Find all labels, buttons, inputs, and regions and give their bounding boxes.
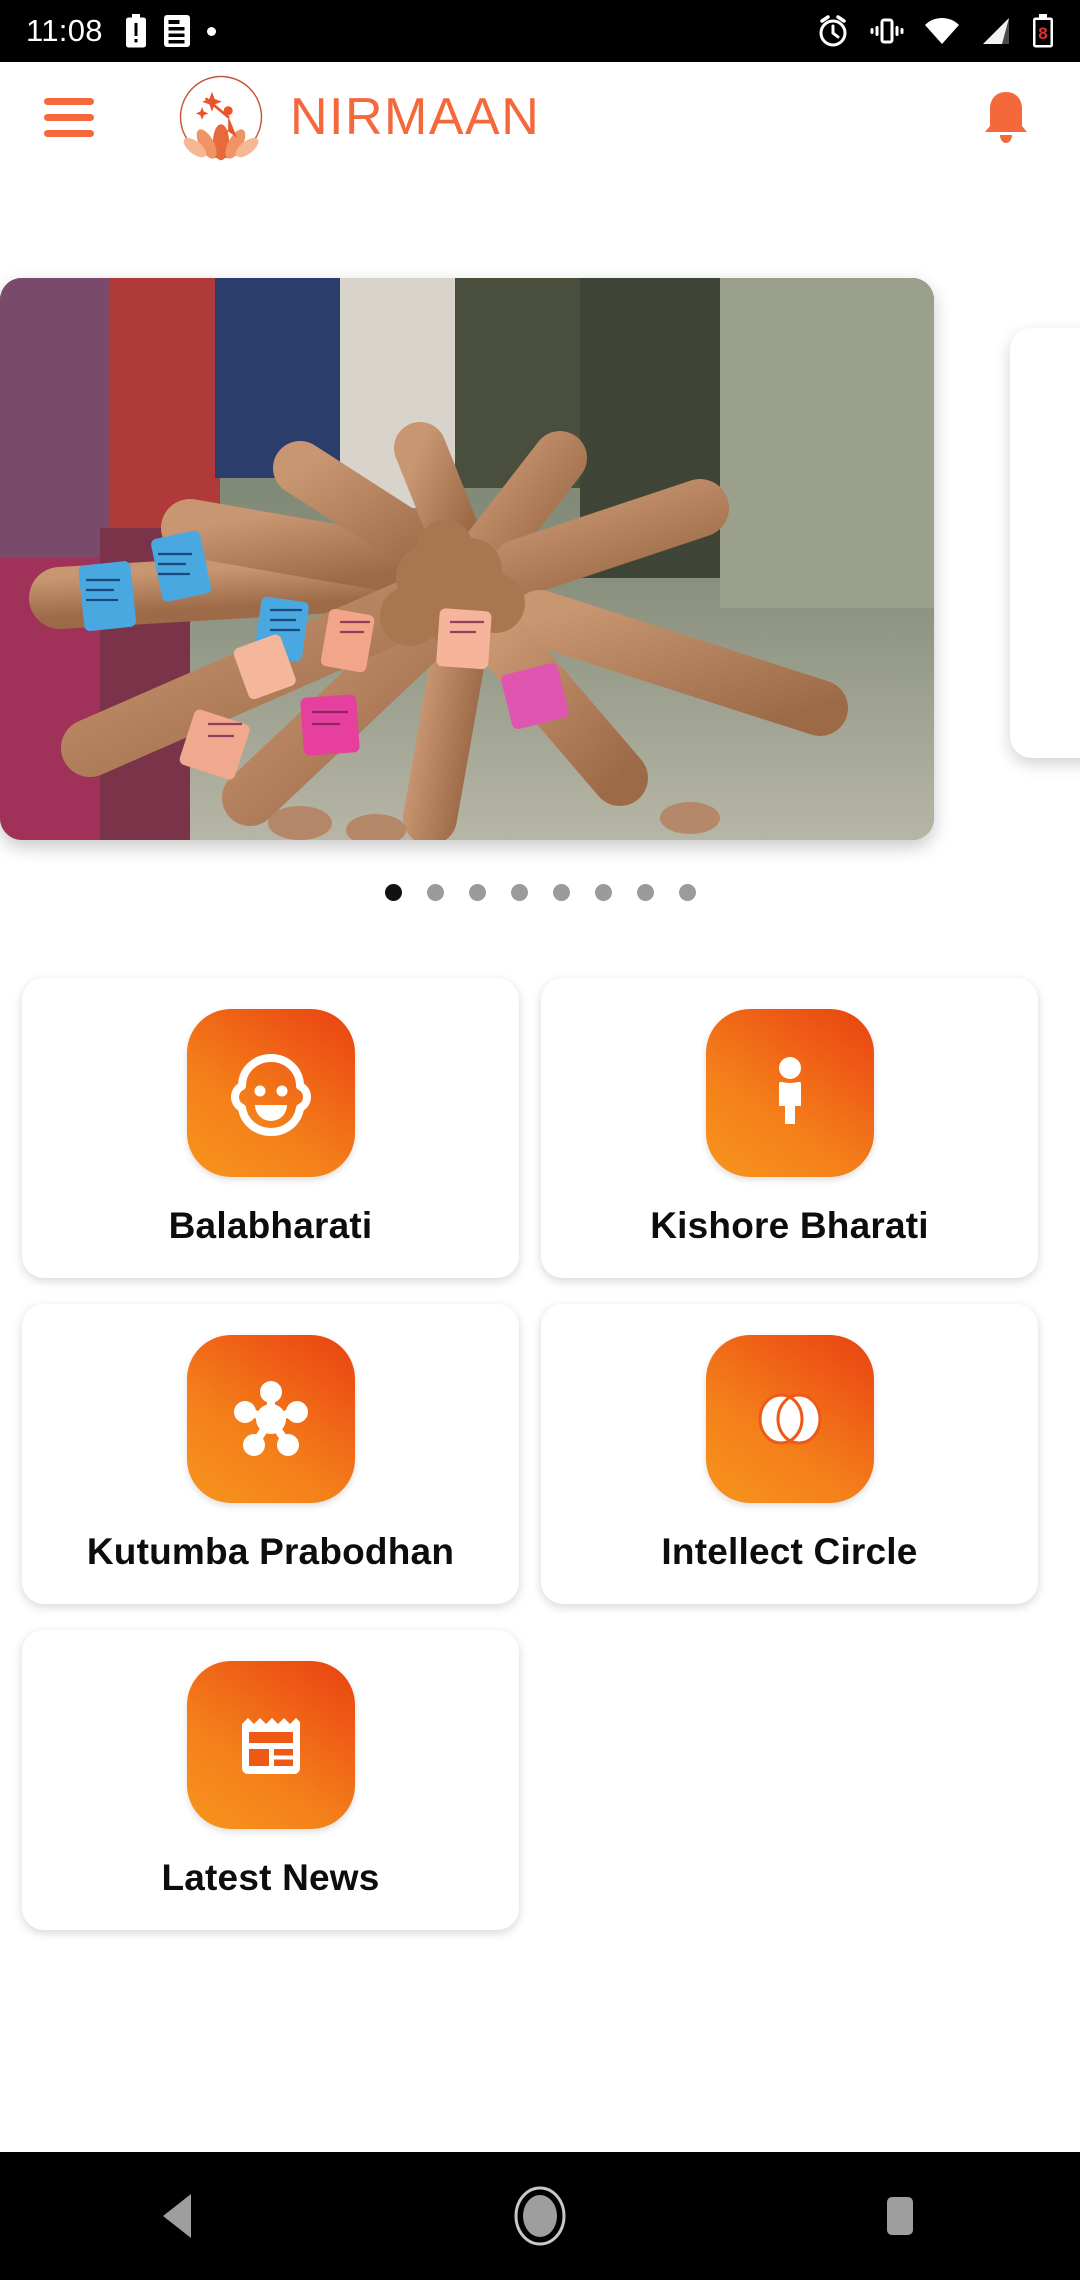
app-screen: 11:08 8 NIRMAAN Balabharati Kishore Bhar… [0, 0, 1080, 2280]
brand-block: NIRMAAN [176, 72, 540, 162]
circle-home-icon [514, 2186, 566, 2246]
bell-icon [985, 92, 1027, 143]
page-title: NIRMAAN [290, 88, 541, 146]
carousel-dot[interactable] [468, 884, 486, 901]
svg-text:8: 8 [1038, 24, 1047, 43]
carousel-dot[interactable] [594, 884, 612, 901]
tile-intellect-circle[interactable]: Intellect Circle [541, 1304, 1038, 1604]
tile-kutumba-prabodhan[interactable]: Kutumba Prabodhan [22, 1304, 519, 1604]
tile-label: Balabharati [168, 1205, 373, 1246]
carousel-dot[interactable] [552, 884, 570, 901]
carousel-dot[interactable] [384, 884, 402, 901]
tile-icon-wrapper [186, 1335, 355, 1503]
battery-low-icon: 8 [1033, 14, 1053, 48]
tile-icon-wrapper [186, 1009, 355, 1177]
newspaper-icon [241, 1718, 300, 1774]
alarm-icon [819, 15, 847, 47]
tile-icon-wrapper [186, 1661, 355, 1829]
hamburger-menu-icon[interactable] [44, 97, 94, 137]
app-bar: NIRMAAN [0, 62, 1080, 172]
baby-face-icon [230, 1054, 311, 1136]
module-grid: Balabharati Kishore Bharati Kutumba Prab… [22, 978, 1060, 1956]
tile-label: Kutumba Prabodhan [86, 1531, 455, 1572]
carousel-dot[interactable] [678, 884, 696, 901]
carousel-dot[interactable] [636, 884, 654, 901]
banner-carousel[interactable] [0, 278, 1080, 848]
carousel-slide-next[interactable] [1010, 328, 1080, 758]
back-button[interactable] [120, 2156, 240, 2276]
tile-label: Intellect Circle [661, 1531, 918, 1572]
carousel-image [0, 278, 934, 840]
sim-card-icon [163, 15, 190, 47]
carousel-dot[interactable] [426, 884, 444, 901]
dot-indicator [206, 26, 216, 36]
status-bar-clock: 11:08 [26, 13, 103, 48]
tile-latest-news[interactable]: Latest News [22, 1630, 519, 1930]
notification-bell-button[interactable] [976, 87, 1036, 147]
recents-button[interactable] [840, 2156, 960, 2276]
tile-icon-wrapper [705, 1009, 874, 1177]
tile-icon-wrapper [705, 1335, 874, 1503]
carousel-dots[interactable] [0, 884, 1080, 901]
molecule-network-icon [233, 1381, 308, 1456]
person-standing-icon [778, 1057, 801, 1124]
status-bar: 11:08 8 [0, 0, 1080, 62]
tile-kishore-bharati[interactable]: Kishore Bharati [541, 978, 1038, 1278]
overlapping-circles-icon [758, 1393, 821, 1445]
tile-balabharati[interactable]: Balabharati [22, 978, 519, 1278]
android-navigation-bar [0, 2152, 1080, 2280]
signal-icon [983, 18, 1009, 44]
triangle-back-icon [163, 2194, 191, 2238]
battery-alert-icon [125, 14, 146, 48]
wifi-icon [925, 17, 959, 44]
home-button[interactable] [480, 2156, 600, 2276]
carousel-slide-active[interactable] [0, 278, 934, 840]
tile-label: Latest News [161, 1857, 380, 1898]
nirmaan-lotus-logo [179, 75, 263, 161]
status-bar-notification-icons [125, 14, 216, 48]
tile-label: Kishore Bharati [650, 1205, 929, 1246]
status-bar-system-icons: 8 [816, 14, 1054, 48]
carousel-dot[interactable] [510, 884, 528, 901]
square-recents-icon [887, 2197, 913, 2235]
vibrate-icon [870, 18, 904, 44]
